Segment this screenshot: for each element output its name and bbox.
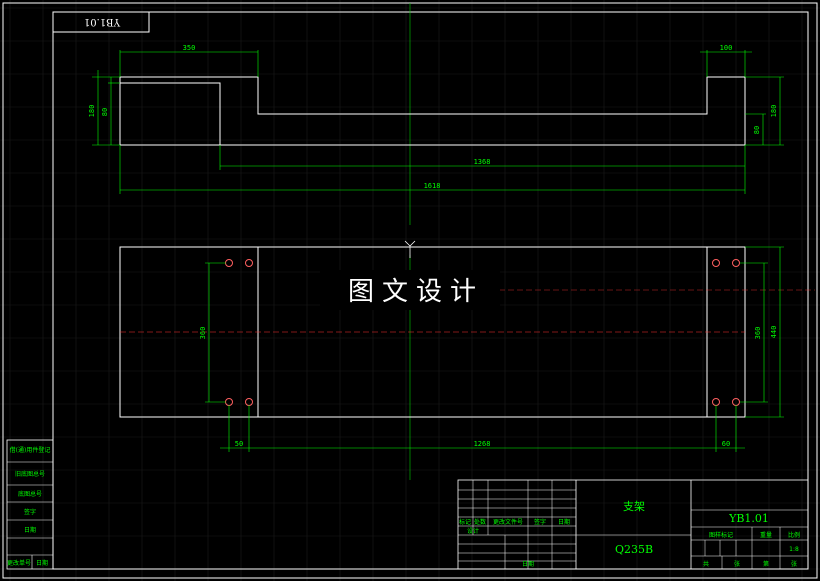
dim-text-top-left-width: 350 [183,44,196,52]
dim-left-heights [92,70,120,146]
side-row-3: 签字 [24,508,36,516]
corner-label: YB1.01 [84,16,121,27]
dim-text-right-edge-offset: 60 [722,440,730,448]
tb-scale: 1:8 [789,546,799,553]
tb-sign-label-2: 比例 [788,531,800,539]
top-view-inner-step [120,82,221,145]
side-row-2: 底图总号 [18,490,42,498]
tb-sign-label-1: 重量 [760,531,772,539]
side-registration-table: 借(通)用件登记 旧底图总号 底图总号 签字 日期 更改单号 日期 [6,439,54,570]
dim-text-total-length: 1618 [424,182,441,190]
dim-text-hole-span: 1268 [474,440,491,448]
side-row-1: 旧底图总号 [15,470,45,478]
cad-drawing: YB1.01 350 100 180 80 180 80 1368 1618 3… [0,0,820,581]
hole [712,398,720,406]
dim-text-overall-height: 440 [770,326,778,339]
title-block: 标记 处数 更改文件号 签字 日期 设计 日期 支架 Q235B YB1.01 … [457,479,809,570]
ucs-icon [404,240,416,258]
dim-text-left-edge-offset: 50 [235,440,243,448]
side-row-6: 日期 [36,559,48,567]
tb-drawing-number: YB1.01 [728,512,769,525]
tb-header-4: 日期 [558,518,570,526]
dim-text-inner-length: 1368 [474,158,491,166]
hole [712,259,720,267]
tb-material: Q235B [615,543,653,556]
tb-header-0: 标记 [459,518,471,526]
tb-sheet-1: 张 [734,560,740,568]
tb-sheet-3: 张 [791,560,797,568]
tb-sheet-0: 共 [703,560,709,568]
hole [225,398,233,406]
dim-text-right-hole-spacing: 360 [754,327,762,340]
tb-header-1: 处数 [474,518,486,526]
dim-inner-length [219,145,746,194]
dim-text-left-height-inner: 80 [101,108,109,116]
side-row-0: 借(通)用件登记 [10,446,51,454]
dim-top-right-width [700,50,752,77]
dim-top-left-width [119,50,259,77]
tb-header-2: 更改文件号 [493,518,523,526]
dim-text-left-height-outer: 180 [88,105,96,118]
top-view: 350 100 180 80 180 80 1368 1618 [88,44,784,194]
hole [245,259,253,267]
top-view-outline [119,76,746,146]
tb-design-label: 设计 [467,527,479,535]
tb-part-name: 支架 [623,500,645,513]
dim-overall-height [745,246,784,418]
tb-date-label: 日期 [522,560,534,568]
tb-sign-label-0: 图样标记 [709,531,733,539]
tb-header-3: 签字 [534,518,546,526]
hole [245,398,253,406]
dim-right-heights [745,76,784,146]
hole [225,259,233,267]
watermark-text: 图文设计 [348,277,484,307]
dim-text-top-right-width: 100 [720,44,733,52]
dim-text-left-hole-spacing: 360 [199,327,207,340]
dim-text-right-height-outer: 180 [770,105,778,118]
dim-text-right-height-inner: 80 [753,126,761,134]
tb-sheet-2: 第 [763,560,769,568]
side-row-5: 更改单号 [7,559,31,567]
side-row-4: 日期 [24,526,36,534]
